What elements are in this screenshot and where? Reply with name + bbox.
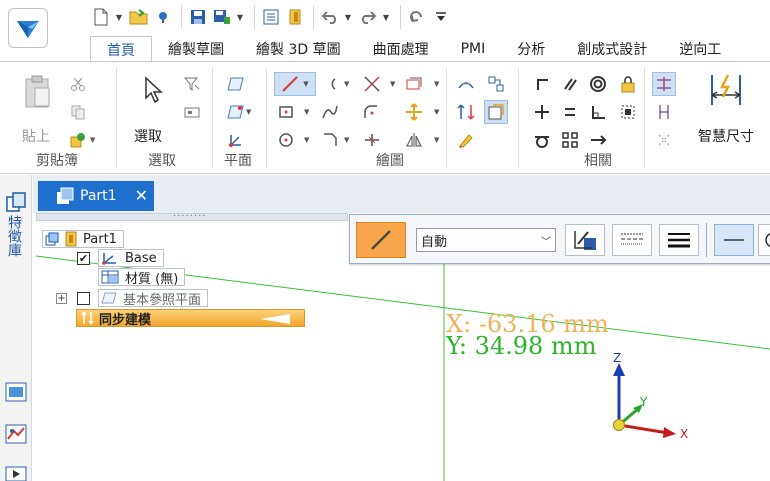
reference-plane-icon [101, 292, 117, 304]
synchronous-icon [81, 311, 94, 325]
rollback-arrow-icon [260, 314, 290, 324]
synchronous-modeling-bar[interactable]: 同步建模 [76, 309, 305, 328]
x-axis-label: X [680, 427, 688, 441]
material-table-icon [101, 270, 119, 284]
dashed-line-icon [621, 233, 643, 245]
tree-node-material[interactable]: 材質 (無) [98, 268, 186, 287]
line-mode-value: 自動 [421, 234, 448, 250]
horizontal-line-icon [724, 239, 744, 241]
line-mode-button[interactable] [714, 224, 754, 256]
part-icon [45, 232, 59, 246]
tree-ref-planes-box: 基本參照平面 [98, 289, 209, 308]
tree-ref-planes-label: 基本參照平面 [123, 292, 202, 308]
tree-root-part1[interactable]: Part1 [42, 230, 124, 248]
tree-material-label: 材質 (無) [125, 271, 179, 287]
line-mode-select[interactable]: 自動 ﹀ [416, 228, 556, 252]
line-command-bar: 自動 ﹀ [349, 214, 770, 264]
line-icon [371, 230, 391, 250]
tree-node-base[interactable]: ✔ Base [77, 249, 164, 267]
line-width-icon [668, 233, 690, 248]
line-color-button[interactable] [565, 224, 605, 256]
line-color-icon [574, 231, 596, 250]
line-width-button[interactable] [659, 224, 699, 256]
z-axis-label: Z [613, 351, 621, 365]
tree-node-ref-planes[interactable]: + 基本參照平面 [56, 289, 209, 308]
arc-mode-button[interactable] [758, 224, 770, 256]
expand-ref-planes-icon[interactable]: + [56, 292, 67, 304]
tree-base-label: Base [125, 250, 157, 266]
triad-origin [613, 419, 625, 431]
command-bar-separator [706, 223, 707, 257]
arc-mode-icon [765, 232, 770, 248]
view-triad[interactable]: Z Y X [600, 348, 700, 448]
base-visibility-checkbox[interactable]: ✔ [77, 251, 90, 265]
synchronous-label: 同步建模 [99, 312, 152, 328]
line-options-button[interactable] [356, 222, 406, 258]
app-window: ▼ ▼ ▼ ▼ 首頁 繪製草圖 繪製 3D 草圖 曲面處理 PMI 分析 創成式… [0, 0, 770, 481]
line-type-button[interactable] [612, 224, 652, 256]
chevron-down-icon: ﹀ [541, 237, 551, 248]
tree-root-label: Part1 [83, 231, 117, 247]
pathfinder-grip[interactable]: ........ [36, 208, 348, 221]
y-coordinate-readout: Y: 34.98 mm [446, 332, 597, 360]
tree-base-box: Base [98, 249, 164, 267]
tree-material-box: 材質 (無) [98, 268, 186, 287]
tree-root-box: Part1 [42, 230, 124, 248]
ref-planes-visibility-checkbox[interactable] [77, 291, 90, 305]
x-axis-arrow [663, 427, 676, 438]
document-properties-icon [65, 231, 77, 247]
coordinate-system-node-icon [102, 253, 116, 265]
y-axis-label: Y [639, 395, 648, 409]
x-axis-line [618, 423, 669, 435]
